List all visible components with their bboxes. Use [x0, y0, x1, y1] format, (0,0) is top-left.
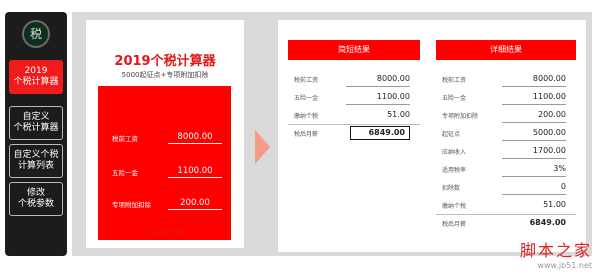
calculator-subtitle: 5000起征点+专项附加扣除	[121, 71, 209, 79]
row-label: 起征点	[442, 131, 461, 138]
net-salary-value: 6849.00	[350, 126, 410, 140]
row-value: 1700.00	[532, 146, 566, 155]
simple-row: 五险一金 1100.00	[288, 90, 420, 105]
row-value: 51.00	[543, 200, 566, 209]
row-label: 应纳收入	[442, 149, 467, 156]
footer-link[interactable]: 多多软件站	[86, 227, 244, 238]
row-value: 51.00	[387, 110, 410, 119]
detail-row: 五险一金 1100.00	[436, 90, 576, 105]
row-value: 5000.00	[532, 128, 566, 137]
row-label: 五险一金	[442, 95, 467, 102]
sidebar: 税 2019 个税计算器 自定义 个税计算器 自定义个税 计算列表 修改 个税参…	[5, 12, 67, 256]
input-row-insurance: 五险一金 1100.00	[98, 164, 231, 180]
nav-button-edit-params[interactable]: 修改 个税参数	[9, 182, 63, 216]
calculator-card: 2019个税计算器 5000起征点+专项附加扣除 税前工资 8000.00 五险…	[86, 20, 244, 248]
calculator-title: 2019个税计算器	[114, 54, 216, 69]
detail-row: 应纳收入 1700.00	[436, 144, 576, 159]
divider	[502, 86, 566, 87]
divider	[346, 86, 410, 87]
detail-row: 起征点 5000.00	[436, 126, 576, 141]
detail-row: 专项附加扣除 200.00	[436, 108, 576, 123]
nav-button-2019-calculator[interactable]: 2019 个税计算器	[9, 60, 63, 94]
detail-row: 扣除数 0	[436, 180, 576, 195]
row-label: 扣除数	[442, 185, 461, 192]
input-row-deduction: 专项附加扣除 200.00	[98, 196, 231, 212]
salary-input[interactable]: 8000.00	[168, 130, 222, 144]
divider	[346, 104, 410, 105]
input-row-salary: 税前工资 8000.00	[98, 130, 231, 146]
simple-row: 税前工资 8000.00	[288, 72, 420, 87]
row-label: 缴纳个税	[294, 113, 319, 120]
detail-row-net-salary: 税后月薪 6849.00	[436, 216, 576, 231]
row-label: 税前工资	[442, 77, 467, 84]
divider	[288, 124, 420, 125]
nav-button-custom-calculator[interactable]: 自定义 个税计算器	[9, 106, 63, 140]
simple-row: 缴纳个税 51.00	[288, 108, 420, 123]
row-label: 税后月薪	[442, 221, 467, 228]
deduction-input[interactable]: 200.00	[168, 196, 222, 210]
results-card: 简短结果 税前工资 8000.00 五险一金 1100.00 缴纳个税 51.0…	[278, 20, 586, 252]
divider	[502, 122, 566, 123]
row-label: 税前工资	[294, 77, 319, 84]
divider	[502, 104, 566, 105]
row-label: 专项附加扣除	[442, 113, 479, 120]
watermark-logo: 脚本之家 www.jb51.net	[520, 237, 592, 270]
input-label: 税前工资	[112, 135, 138, 143]
watermark-url: www.jb51.net	[537, 261, 592, 270]
row-value: 1100.00	[532, 92, 566, 101]
detail-row: 税前工资 8000.00	[436, 72, 576, 87]
input-label: 专项附加扣除	[112, 201, 151, 209]
detail-row: 适用税率 3%	[436, 162, 576, 177]
detail-row: 缴纳个税 51.00	[436, 198, 576, 213]
divider	[436, 214, 576, 215]
divider	[502, 194, 566, 195]
row-value: 8000.00	[376, 74, 410, 83]
divider	[502, 140, 566, 141]
detail-result-header: 详细结果	[436, 40, 576, 60]
row-value: 200.00	[538, 110, 566, 119]
row-label: 适用税率	[442, 167, 467, 174]
input-panel: 税前工资 8000.00 五险一金 1100.00 专项附加扣除 200.00	[98, 86, 231, 240]
simple-result-header: 简短结果	[288, 40, 420, 60]
input-label: 五险一金	[112, 169, 138, 177]
row-value: 1100.00	[376, 92, 410, 101]
row-label: 缴纳个税	[442, 203, 467, 210]
insurance-input[interactable]: 1100.00	[168, 164, 222, 178]
divider	[502, 158, 566, 159]
row-value: 3%	[553, 164, 566, 173]
row-value: 8000.00	[532, 74, 566, 83]
row-label: 税后月薪	[294, 131, 319, 138]
net-salary-value: 6849.00	[529, 218, 566, 227]
nav-button-custom-list[interactable]: 自定义个税 计算列表	[9, 144, 63, 178]
workspace: 2019个税计算器 5000起征点+专项附加扣除 税前工资 8000.00 五险…	[72, 12, 592, 256]
arrow-right-icon	[255, 130, 270, 164]
row-label: 五险一金	[294, 95, 319, 102]
simple-row-net-salary: 税后月薪 6849.00	[288, 126, 420, 141]
watermark-title: 脚本之家	[519, 241, 592, 260]
row-value: 0	[560, 182, 566, 191]
tax-logo-icon: 税	[22, 20, 50, 48]
divider	[502, 176, 566, 177]
